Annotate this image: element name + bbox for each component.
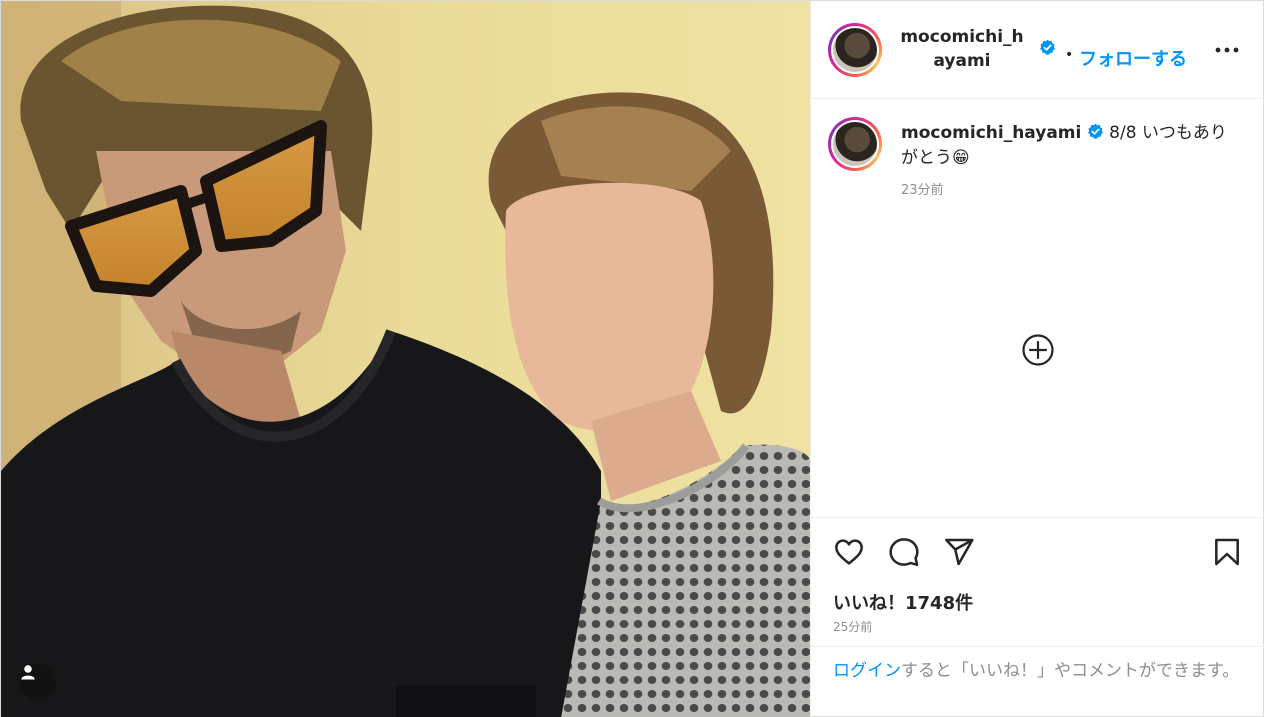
caption-timestamp[interactable]: 23分前 — [901, 179, 944, 198]
heart-icon — [835, 539, 863, 565]
post-photo[interactable] — [1, 1, 810, 717]
photo-illustration — [1, 1, 810, 717]
user-tag-button[interactable] — [19, 663, 56, 700]
caption-avatar[interactable] — [828, 117, 882, 171]
separator-dot: • — [1065, 47, 1074, 63]
action-bar — [811, 517, 1264, 587]
caption-text: mocomichi_hayami 8/8 いつもありがとう😁 — [901, 121, 1241, 171]
login-prompt: ログインすると「いいね！」やコメントができます。 — [811, 646, 1264, 717]
load-more-comments-button[interactable] — [1021, 333, 1055, 367]
more-options-icon — [1215, 47, 1239, 53]
header-username[interactable]: mocomichi_hayami — [897, 25, 1027, 73]
caption-username[interactable]: mocomichi_hayami — [901, 123, 1081, 143]
share-button[interactable] — [943, 536, 975, 568]
plus-circle-icon — [1022, 334, 1054, 366]
more-options-button[interactable] — [1214, 37, 1240, 63]
post-window: mocomichi_hayami • フォローする mocomichi_haya… — [0, 0, 1264, 717]
login-link[interactable]: ログイン — [833, 661, 901, 681]
verified-badge-icon — [1039, 39, 1056, 60]
verified-badge-icon — [1087, 123, 1103, 139]
post-header: mocomichi_hayami • フォローする — [811, 1, 1264, 99]
like-button[interactable] — [833, 536, 865, 568]
grin-emoji: 😁 — [952, 148, 970, 168]
save-button[interactable] — [1211, 536, 1243, 568]
comment-icon — [889, 538, 919, 567]
share-paper-plane-icon — [945, 538, 974, 566]
follow-button[interactable]: フォローする — [1079, 47, 1187, 73]
post-timestamp[interactable]: 25分前 — [833, 618, 872, 635]
post-sidebar: mocomichi_hayami • フォローする mocomichi_haya… — [810, 1, 1264, 717]
user-tag-icon — [21, 665, 35, 680]
comment-button[interactable] — [888, 536, 920, 568]
header-avatar[interactable] — [828, 23, 882, 77]
bookmark-icon — [1215, 538, 1239, 566]
like-count[interactable]: いいね！1748件 — [833, 589, 973, 615]
login-prompt-text: すると「いいね！」やコメントができます。 — [901, 661, 1240, 681]
